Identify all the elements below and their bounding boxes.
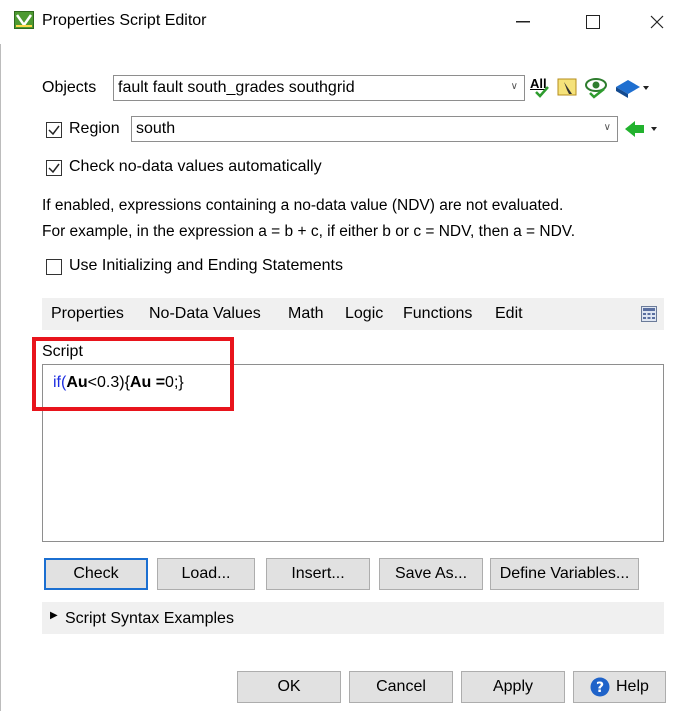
load-button[interactable]: Load... [157,558,255,590]
all-objects-icon[interactable]: All [529,74,551,100]
maximize-button[interactable] [570,6,616,38]
script-syntax-examples-label: Script Syntax Examples [65,610,234,627]
minimize-button[interactable] [500,6,546,38]
init-statements-checkbox[interactable] [46,259,62,275]
region-label: Region [69,120,120,137]
cancel-button[interactable]: Cancel [349,671,453,703]
region-checkbox[interactable] [46,122,62,138]
menu-properties[interactable]: Properties [51,305,124,323]
init-statements-label: Use Initializing and Ending Statements [69,257,343,274]
maximize-icon [586,15,600,29]
calculator-icon[interactable] [641,306,657,322]
menu-functions[interactable]: Functions [403,305,472,323]
highlight-annotation-box [32,337,234,411]
menu-no-data-values[interactable]: No-Data Values [149,305,261,323]
window-title: Properties Script Editor [42,12,207,29]
window-frame [0,44,1,711]
save-as-button[interactable]: Save As... [379,558,483,590]
objects-value: fault fault south_grades southgrid [118,79,355,96]
insert-button[interactable]: Insert... [266,558,370,590]
pick-objects-icon[interactable] [556,77,580,99]
apply-button[interactable]: Apply [461,671,565,703]
object-type-dropdown[interactable] [614,77,650,99]
check-button[interactable]: Check [44,558,148,590]
minimize-icon [516,21,530,23]
ok-button[interactable]: OK [237,671,341,703]
triangle-right-icon: ▶ [50,610,58,621]
region-combobox[interactable]: south ∨ [131,116,618,142]
objects-combobox[interactable]: fault fault south_grades southgrid ∨ [113,75,525,101]
close-button[interactable] [634,6,677,38]
check-ndv-label: Check no-data values automatically [69,158,322,175]
close-icon [650,15,664,29]
region-arrow-dropdown[interactable] [622,118,662,140]
help-icon: ? [590,677,610,697]
help-button[interactable]: ? Help [573,671,666,703]
svg-text:?: ? [596,680,604,696]
check-ndv-checkbox[interactable] [46,160,62,176]
info-line-1: If enabled, expressions containing a no-… [42,197,564,214]
green-arrow-left-icon [625,121,657,137]
script-syntax-examples-expander[interactable]: ▶ Script Syntax Examples [42,602,664,634]
app-logo-icon [14,11,34,29]
menu-edit[interactable]: Edit [495,305,523,323]
define-variables-button[interactable]: Define Variables... [490,558,639,590]
objects-label: Objects [42,79,97,96]
menu-math[interactable]: Math [288,305,324,323]
menu-logic[interactable]: Logic [345,305,383,323]
chevron-down-icon: ∨ [510,81,518,92]
chevron-down-icon: ∨ [603,122,611,133]
visible-objects-icon[interactable] [584,76,610,100]
script-menu-bar: Properties No-Data Values Math Logic Fun… [42,298,664,330]
info-line-2: For example, in the expression a = b + c… [42,223,576,240]
region-value: south [136,120,176,137]
